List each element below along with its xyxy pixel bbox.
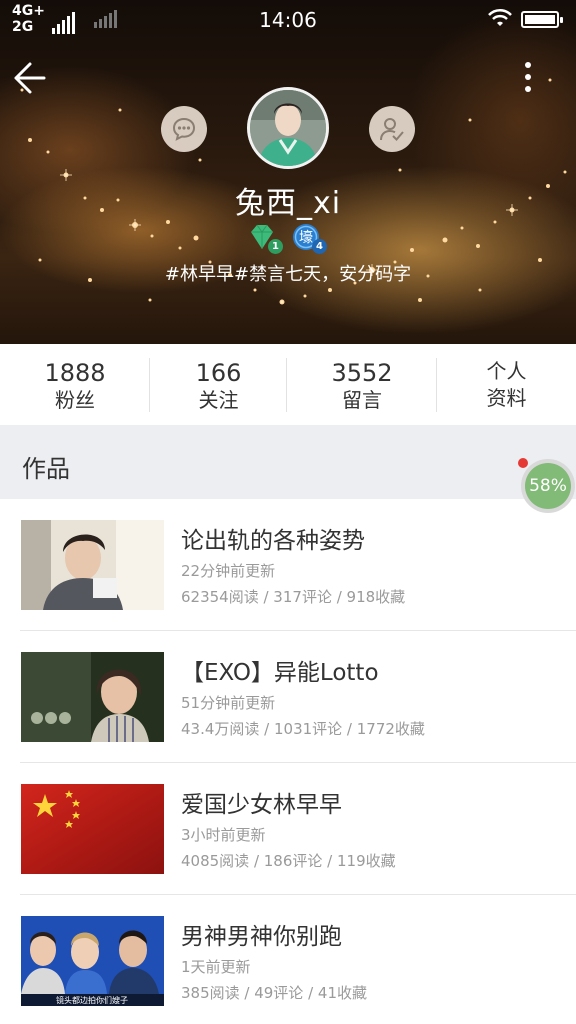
profile-header: 4G+ 2G 14:06 兔西_xi 1 壕 4 #林早早#禁言七天，安分码字 (0, 0, 576, 344)
level-badge-number: 1 (268, 239, 283, 254)
work-title: 爱国少女林早早 (181, 792, 342, 818)
back-button[interactable] (10, 58, 50, 98)
wealth-badge[interactable]: 壕 4 (291, 222, 327, 254)
stat-fans-label: 粉丝 (55, 388, 95, 412)
stat-following[interactable]: 166 关注 (150, 344, 287, 424)
follow-button[interactable] (369, 106, 415, 152)
username: 兔西_xi (234, 186, 342, 221)
wifi-icon (488, 8, 512, 26)
work-updated: 1天前更新 (181, 958, 251, 976)
stat-following-label: 关注 (198, 388, 239, 412)
thumbnail-caption: 镜头都边拍你们嫂子 (56, 995, 128, 1005)
work-thumbnail-image (21, 652, 164, 742)
avatar-image (250, 90, 326, 166)
more-button[interactable] (514, 58, 542, 98)
wealth-badge-glyph: 壕 (299, 229, 313, 246)
work-updated: 22分钟前更新 (181, 562, 276, 580)
list-item[interactable]: 镜头都边拍你们嫂子 男神男神你别跑 1天前更新 385阅读 / 49评论 / 4… (0, 895, 576, 1024)
stats-bar: 1888 粉丝 166 关注 3552 留言 个人 资料 (0, 344, 576, 424)
list-item[interactable]: 论出轨的各种姿势 22分钟前更新 62354阅读 / 317评论 / 918收藏 (0, 499, 576, 631)
work-stats: 43.4万阅读 / 1031评论 / 1772收藏 (181, 720, 425, 738)
arrow-left-icon (14, 62, 46, 94)
progress-label: 58% (525, 463, 571, 509)
work-thumbnail-image (21, 520, 164, 610)
work-updated: 51分钟前更新 (181, 694, 276, 712)
work-thumbnail (21, 520, 164, 610)
user-check-icon (380, 118, 404, 141)
notification-dot (518, 458, 528, 468)
work-title: 【EXO】异能Lotto (181, 660, 379, 686)
wealth-badge-number: 4 (312, 239, 327, 254)
work-stats: 385阅读 / 49评论 / 41收藏 (181, 984, 367, 1002)
progress-badge[interactable]: 58% (521, 459, 575, 513)
work-title: 论出轨的各种姿势 (181, 528, 365, 554)
stat-messages[interactable]: 3552 留言 (287, 344, 437, 424)
profile-info-label-line2: 资料 (486, 386, 527, 410)
stat-messages-value: 3552 (331, 359, 393, 387)
work-updated: 3小时前更新 (181, 826, 266, 844)
stat-fans-value: 1888 (44, 359, 106, 387)
chat-bubble-icon (172, 117, 196, 141)
badges: 1 壕 4 (247, 222, 327, 254)
stat-messages-label: 留言 (342, 388, 382, 412)
bio: #林早早#禁言七天，安分码字 (164, 264, 412, 285)
works-list: 论出轨的各种姿势 22分钟前更新 62354阅读 / 317评论 / 918收藏… (0, 499, 576, 1024)
profile-info-label-line1: 个人 (486, 359, 527, 383)
status-bar: 4G+ 2G 14:06 (0, 0, 576, 38)
work-stats: 62354阅读 / 317评论 / 918收藏 (181, 588, 406, 606)
list-item[interactable]: 爱国少女林早早 3小时前更新 4085阅读 / 186评论 / 119收藏 (0, 763, 576, 895)
profile-info-button[interactable]: 个人 资料 (437, 344, 576, 424)
sparkle-background (20, 78, 567, 305)
works-section-header: 作品 (0, 425, 576, 499)
list-item[interactable]: 【EXO】异能Lotto 51分钟前更新 43.4万阅读 / 1031评论 / … (0, 631, 576, 763)
work-thumbnail (21, 784, 164, 874)
work-thumbnail: 镜头都边拍你们嫂子 (21, 916, 164, 1006)
work-thumbnail-image: 镜头都边拍你们嫂子 (21, 916, 164, 1006)
work-thumbnail (21, 652, 164, 742)
section-title: 作品 (22, 455, 70, 483)
more-vertical-icon (525, 62, 531, 92)
avatar[interactable] (247, 87, 329, 169)
work-stats: 4085阅读 / 186评论 / 119收藏 (181, 852, 396, 870)
chat-button[interactable] (161, 106, 207, 152)
level-badge[interactable]: 1 (247, 222, 283, 254)
work-title: 男神男神你别跑 (181, 924, 342, 950)
battery-icon (521, 11, 563, 28)
work-thumbnail-image (21, 784, 164, 874)
stat-following-value: 166 (195, 359, 242, 387)
stat-fans[interactable]: 1888 粉丝 (0, 344, 150, 424)
